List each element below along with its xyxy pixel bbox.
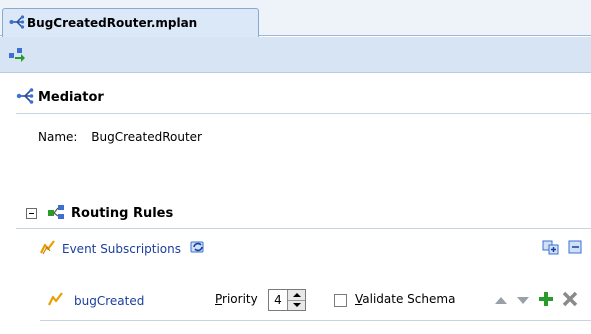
name-label: Name: <box>38 130 78 144</box>
mediator-divider <box>16 113 591 114</box>
editor-toolbar <box>0 37 591 73</box>
move-down-icon[interactable] <box>515 294 531 309</box>
copy-rule-icon[interactable] <box>568 238 586 259</box>
routing-rule-row: bugCreated <box>48 291 144 310</box>
event-icon <box>40 239 56 258</box>
priority-label: Priority <box>215 292 258 306</box>
tab-bugcreatedrouter[interactable]: BugCreatedRouter.mplan <box>2 8 259 37</box>
add-icon[interactable] <box>537 290 555 311</box>
editor-tabstrip: BugCreatedRouter.mplan <box>0 0 591 37</box>
event-icon <box>48 291 64 310</box>
spin-down-button[interactable] <box>288 300 305 310</box>
priority-spinner[interactable]: 4 <box>268 289 306 311</box>
validate-schema-checkbox[interactable] <box>334 294 347 307</box>
priority-value[interactable]: 4 <box>269 290 287 310</box>
event-subscriptions-row: Event Subscriptions <box>40 238 207 259</box>
rule-event-link[interactable]: bugCreated <box>74 294 144 308</box>
validate-schema-label: Validate Schema <box>355 292 456 306</box>
routing-rules-title: Routing Rules <box>71 206 174 221</box>
priority-spin-buttons <box>287 290 305 310</box>
mediator-title: Mediator <box>38 90 104 105</box>
tab-label: BugCreatedRouter.mplan <box>27 16 198 30</box>
delete-icon[interactable] <box>561 290 579 311</box>
mediator-routing-tool-icon[interactable] <box>8 46 26 67</box>
event-subscriptions-link[interactable]: Event Subscriptions <box>62 242 181 256</box>
collapse-icon[interactable] <box>26 208 37 219</box>
rule-divider <box>40 320 591 321</box>
mediator-name-row: Name: BugCreatedRouter <box>38 130 202 144</box>
routing-divider <box>16 228 591 229</box>
move-up-icon[interactable] <box>493 294 509 309</box>
mediator-icon <box>9 14 25 32</box>
name-value: BugCreatedRouter <box>91 130 202 144</box>
spin-up-button[interactable] <box>288 290 305 301</box>
routing-rules-icon <box>47 204 67 223</box>
routing-rules-section-header: Routing Rules <box>26 204 591 223</box>
mediator-icon <box>16 88 34 107</box>
add-rule-icon[interactable] <box>542 238 560 259</box>
refresh-icon[interactable] <box>189 238 207 259</box>
mediator-section-header: Mediator <box>16 88 591 107</box>
